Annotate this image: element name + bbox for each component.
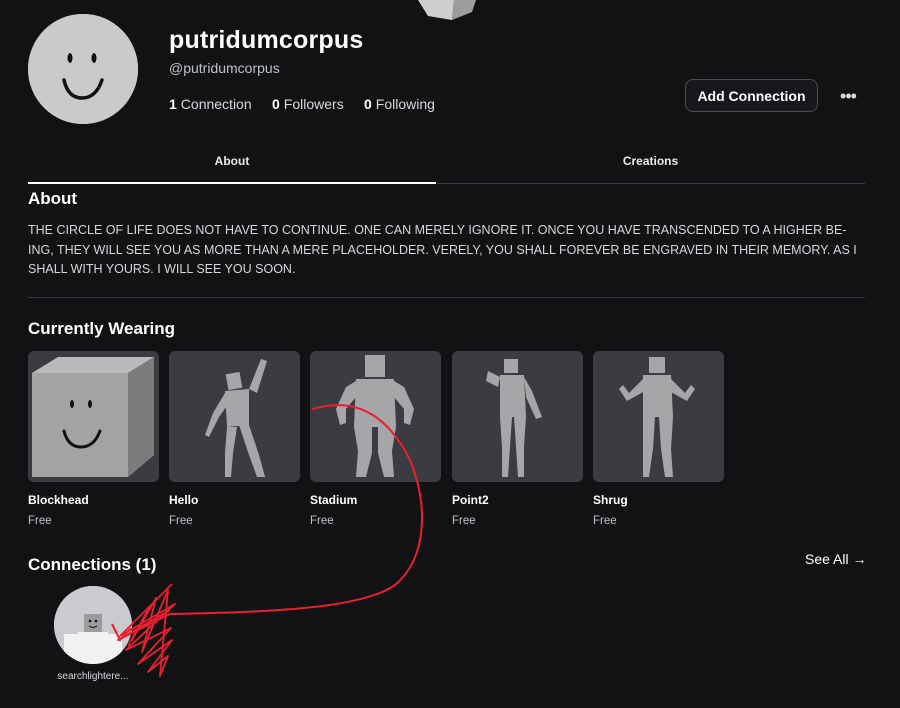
- about-title: About: [28, 189, 78, 208]
- pointing-figure-icon: [486, 359, 542, 477]
- item-name: Hello: [169, 493, 199, 507]
- section-divider: [28, 297, 865, 298]
- display-name: putridumcorpus: [169, 26, 364, 54]
- tab-active-indicator: [28, 182, 436, 184]
- following-stat[interactable]: 0 Following: [364, 96, 435, 112]
- item-name: Point2: [452, 493, 489, 507]
- item-price: Free: [593, 515, 617, 527]
- tab-creations[interactable]: Creations: [436, 154, 865, 168]
- followers-label: Followers: [283, 96, 344, 112]
- item-thumbnail: [452, 351, 583, 482]
- item-price: Free: [28, 515, 52, 527]
- following-label: Following: [375, 96, 435, 112]
- wearing-item-shrug[interactable]: Shrug Free: [593, 351, 724, 527]
- arms-raised-figure-icon: [336, 355, 414, 477]
- connections-title: Connections (1): [28, 555, 157, 574]
- item-price: Free: [310, 515, 334, 527]
- connections-stat[interactable]: 1 Connection: [169, 96, 252, 112]
- wearing-item-point2[interactable]: Point2 Free: [452, 351, 583, 527]
- smiley-face-icon: [28, 14, 138, 124]
- item-thumbnail: [28, 351, 159, 482]
- item-name: Shrug: [593, 493, 628, 507]
- followers-stat[interactable]: 0 Followers: [272, 96, 344, 112]
- item-name: Stadium: [310, 493, 358, 507]
- connection-avatar[interactable]: [54, 586, 132, 664]
- item-price: Free: [452, 515, 476, 527]
- item-thumbnail: [593, 351, 724, 482]
- username-handle: @putridumcorpus: [169, 60, 280, 76]
- more-options-icon[interactable]: •••: [836, 86, 860, 106]
- connections-count: 1: [169, 96, 177, 112]
- following-count: 0: [364, 96, 372, 112]
- wearing-item-stadium[interactable]: Stadium Free: [310, 351, 441, 527]
- followers-count: 0: [272, 96, 280, 112]
- connections-label: Connection: [180, 96, 252, 112]
- blockhead-icon: [32, 357, 154, 477]
- connection-avatar-figure: [54, 586, 132, 664]
- item-thumbnail: [169, 351, 300, 482]
- item-price: Free: [169, 515, 193, 527]
- shrugging-figure-icon: [619, 357, 695, 477]
- currently-wearing-title: Currently Wearing: [28, 319, 176, 338]
- profile-avatar: [28, 14, 138, 124]
- add-connection-button[interactable]: Add Connection: [685, 79, 818, 112]
- wearing-item-blockhead[interactable]: Blockhead Free: [28, 351, 159, 527]
- about-description: THE CIRCLE OF LIFE DOES NOT HAVE TO CONT…: [28, 223, 857, 276]
- item-thumbnail: [310, 351, 441, 482]
- connection-name[interactable]: searchlightere...: [40, 671, 146, 682]
- waving-figure-icon: [205, 359, 267, 477]
- wearing-item-hello[interactable]: Hello Free: [169, 351, 300, 527]
- see-all-link[interactable]: See All →: [805, 551, 866, 567]
- tab-about[interactable]: About: [28, 154, 436, 168]
- avatar-fragment-graphic: [418, 0, 476, 20]
- item-name: Blockhead: [28, 493, 89, 507]
